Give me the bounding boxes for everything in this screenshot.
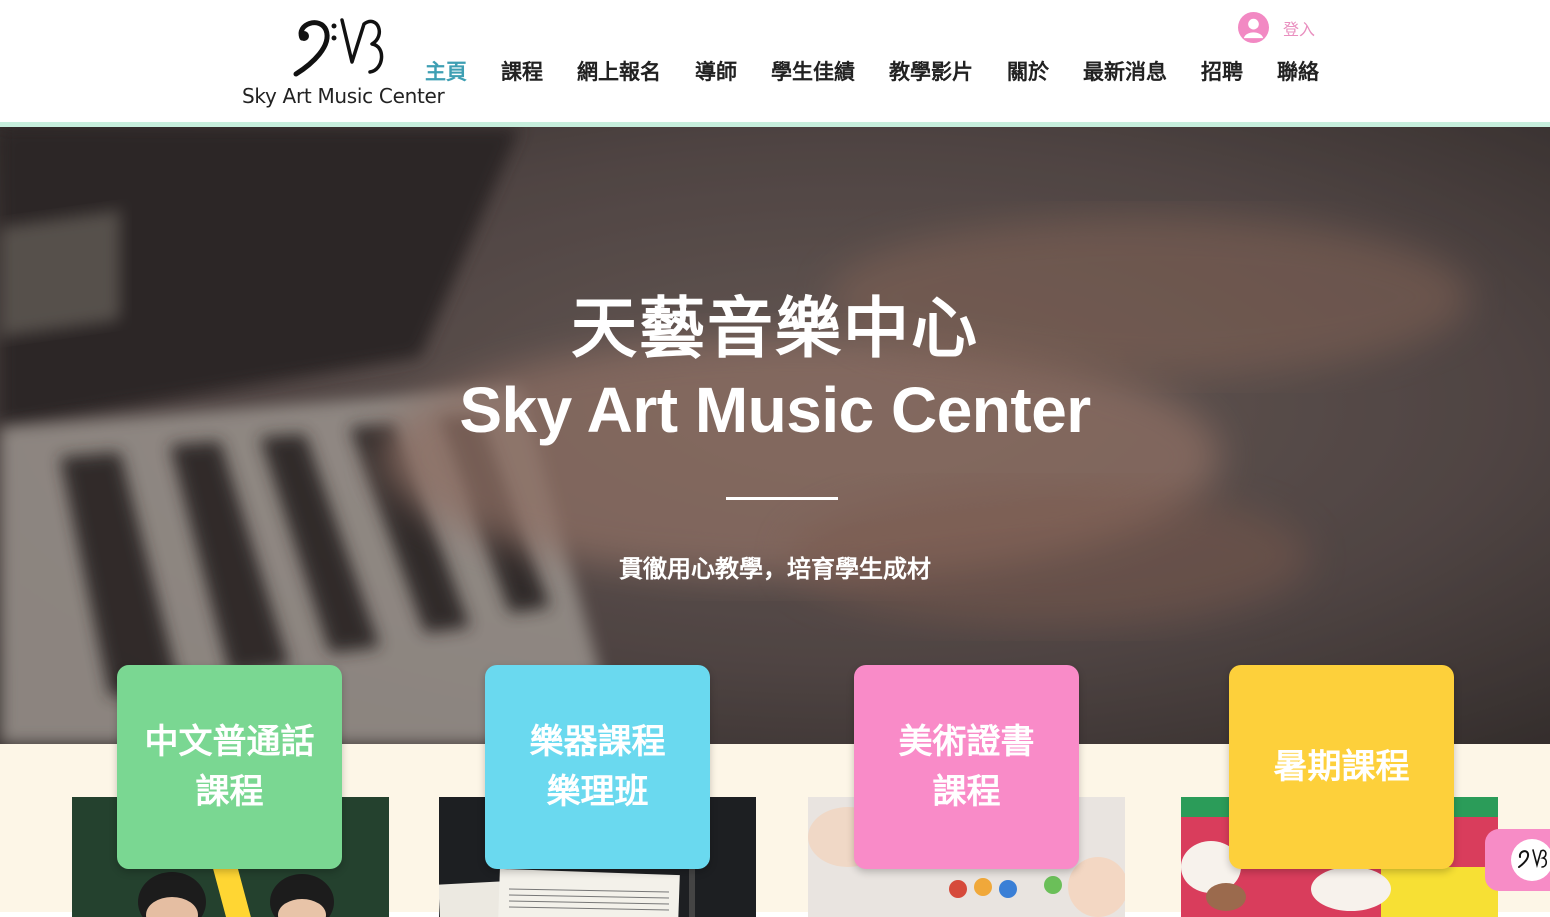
hero-tagline: 貫徹用心教學，培育學生成材: [619, 555, 931, 583]
login-label: 登入: [1283, 19, 1316, 39]
nav-student-achievements[interactable]: 學生佳績: [754, 56, 872, 86]
course-card-title: 樂器課程: [529, 722, 666, 762]
course-card-subtitle: 課程: [932, 772, 1001, 812]
site-logo[interactable]: Sky Art Music Center: [236, 14, 445, 110]
site-header: Sky Art Music Center 主頁 課程 網上報名 導師 學生佳績 …: [0, 0, 1550, 122]
nav-home[interactable]: 主頁: [408, 56, 484, 86]
nav-recruitment[interactable]: 招聘: [1184, 56, 1260, 86]
nav-teaching-videos[interactable]: 教學影片: [872, 56, 990, 86]
hero-banner: 天藝音樂中心 Sky Art Music Center 貫徹用心教學，培育學生成…: [0, 127, 1550, 744]
course-card-instrument[interactable]: 樂器課程 樂理班: [485, 665, 710, 869]
course-card-mandarin[interactable]: 中文普通話 課程: [117, 665, 342, 869]
course-card-title: 中文普通話: [144, 722, 315, 762]
hero-title-english: Sky Art Music Center: [459, 374, 1091, 446]
course-card-title: 暑期課程: [1273, 747, 1410, 787]
hero-title-chinese: 天藝音樂中心: [571, 290, 979, 367]
course-card-subtitle: 課程: [195, 772, 264, 812]
nav-latest-news[interactable]: 最新消息: [1066, 56, 1184, 86]
hero-divider: [726, 497, 838, 500]
nav-courses[interactable]: 課程: [484, 56, 560, 86]
nav-teachers[interactable]: 導師: [678, 56, 754, 86]
main-nav: 主頁 課程 網上報名 導師 學生佳績 教學影片 關於 最新消息 招聘 聯絡: [408, 56, 1336, 86]
bass-clef-logo-icon: [293, 18, 384, 77]
floating-chat-button[interactable]: [1485, 829, 1550, 891]
course-card-subtitle: 樂理班: [546, 772, 649, 812]
chat-logo-icon: [1511, 839, 1550, 881]
course-card-art[interactable]: 美術證書 課程: [854, 665, 1079, 869]
logo-text: Sky Art Music Center: [242, 84, 445, 108]
nav-about[interactable]: 關於: [990, 56, 1066, 86]
nav-contact[interactable]: 聯絡: [1260, 56, 1336, 86]
login-button[interactable]: 登入: [1238, 12, 1315, 43]
course-card-summer[interactable]: 暑期課程: [1229, 665, 1454, 869]
course-card-title: 美術證書: [898, 722, 1035, 762]
nav-online-registration[interactable]: 網上報名: [560, 56, 678, 86]
user-avatar-icon: [1238, 12, 1269, 43]
